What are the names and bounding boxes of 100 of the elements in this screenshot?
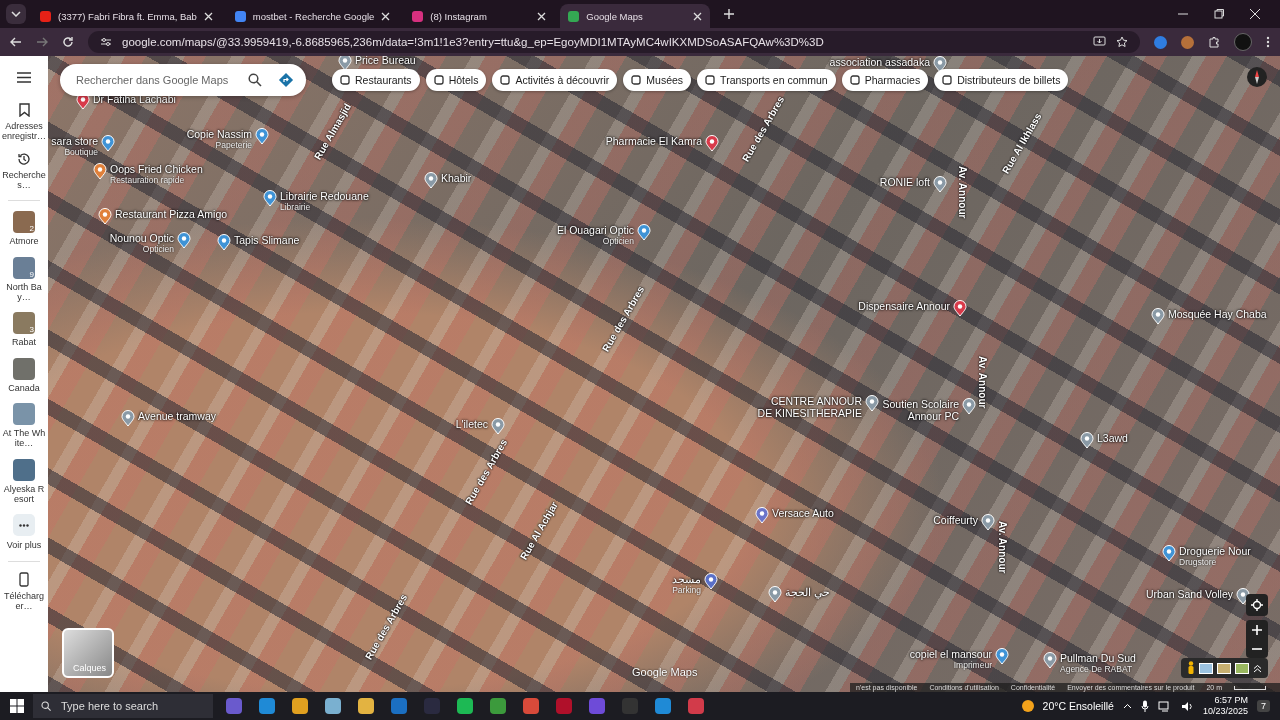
extension-icon[interactable]	[1181, 35, 1194, 49]
photo-placeholder[interactable]	[13, 458, 35, 481]
map-pin-icon[interactable]	[1162, 545, 1176, 562]
close-icon[interactable]	[537, 11, 547, 21]
taskbar-app-icon[interactable]	[688, 698, 704, 714]
taskbar-app-icon[interactable]	[523, 698, 539, 714]
category-chip[interactable]: Distributeurs de billets	[934, 69, 1069, 91]
place-name[interactable]: Restaurant Pizza Amigo	[115, 208, 228, 221]
phone-icon[interactable]	[19, 571, 29, 587]
browser-tab[interactable]: Google Maps	[560, 4, 711, 28]
satellite-imagery[interactable]	[48, 56, 1280, 692]
sidebar-label[interactable]: Télécharger…	[2, 590, 46, 612]
close-icon[interactable]	[693, 11, 703, 21]
category-chip[interactable]: Pharmacies	[841, 69, 929, 91]
taskbar-app-icon[interactable]	[292, 698, 308, 714]
place-name[interactable]: Price Bureau	[355, 56, 416, 67]
place-name[interactable]: Nounou Optic	[109, 232, 174, 245]
place-name[interactable]: Librairie Redouane	[280, 190, 369, 203]
place-name[interactable]: Dispensaire Annour	[858, 300, 950, 313]
search-icon[interactable]	[248, 73, 262, 87]
photo-placeholder[interactable]: 2	[13, 211, 35, 234]
windows-start-icon[interactable]	[10, 699, 24, 713]
star-icon[interactable]	[1116, 36, 1128, 48]
place-name[interactable]: Versace Auto	[772, 507, 834, 520]
history-icon[interactable]	[17, 151, 31, 166]
recent-place-label[interactable]: Canada	[2, 382, 46, 394]
close-icon[interactable]	[381, 11, 391, 21]
site-settings-icon[interactable]	[100, 36, 112, 48]
weather-text[interactable]: 20°C Ensoleillé	[1042, 700, 1114, 712]
place-name[interactable]: RONIE loft	[879, 176, 930, 189]
place-name[interactable]: Soutien Scolaire Annour PC	[879, 398, 959, 423]
close-icon[interactable]	[1250, 9, 1260, 19]
place-name[interactable]: L3awd	[1097, 432, 1128, 445]
dots-icon[interactable]	[19, 523, 29, 527]
menu-icon[interactable]	[17, 72, 31, 83]
extension-icon[interactable]	[1154, 35, 1167, 49]
category-chip[interactable]: Transports en commun	[697, 69, 836, 91]
search-field[interactable]: Rechercher dans Google Maps	[74, 73, 232, 87]
category-chip[interactable]: Restaurants	[332, 69, 420, 91]
address-bar[interactable]: google.com/maps/@33.9959419,-6.8685965,236m/data=!3m1!1e3?entry=ttu&g_ep=EgoyMDI1MTAyMC4wIKXMDSoASAFQAw%3D%3D	[88, 31, 1140, 53]
place-name[interactable]: El Ouagari Optic	[556, 224, 634, 237]
photo-placeholder[interactable]	[13, 403, 35, 426]
place-name[interactable]: Droguerie Nour	[1179, 545, 1251, 558]
browser-tab[interactable]: (8) Instagram	[404, 4, 555, 28]
place-name[interactable]: Dr Fatiha Lachabi	[93, 93, 176, 106]
bookmark-icon[interactable]	[18, 103, 30, 117]
new-tab-icon[interactable]	[724, 9, 735, 19]
compass-icon[interactable]	[1246, 66, 1268, 88]
profile-avatar[interactable]	[1234, 33, 1252, 51]
back-icon[interactable]	[10, 36, 22, 48]
map-pin-icon[interactable]	[93, 163, 107, 180]
browser-tab[interactable]: (3377) Fabri Fibra ft. Emma, Bab	[32, 4, 221, 28]
taskbar-app-icon[interactable]	[391, 698, 407, 714]
place-name[interactable]: Avenue tramway	[138, 410, 216, 423]
install-icon[interactable]	[1093, 36, 1106, 48]
network-icon[interactable]	[1157, 700, 1172, 712]
map-pin-icon[interactable]	[217, 234, 231, 251]
sidebar-label[interactable]: Voir plus	[2, 540, 46, 551]
place-name[interactable]: Pullman Du Sud	[1060, 652, 1136, 665]
place-name[interactable]: Tapis Slimane	[234, 234, 300, 247]
photo-placeholder[interactable]: 3	[13, 312, 35, 335]
puzzle-icon[interactable]	[1208, 36, 1220, 48]
category-chip[interactable]: Activités à découvrir	[492, 69, 618, 91]
recent-place-label[interactable]: Atmore	[2, 236, 46, 247]
place-name[interactable]: Urban Sand Volley	[1146, 588, 1233, 601]
recent-place-label[interactable]: Rabat	[2, 337, 46, 348]
taskbar-search-bar[interactable]: Type here to search	[33, 694, 213, 718]
tab-list-button[interactable]	[6, 4, 26, 24]
place-name[interactable]: Coiffeurty	[933, 514, 978, 527]
place-name[interactable]: Mosquée Hay Chaba	[1168, 308, 1267, 321]
taskbar-app-icon[interactable]	[358, 698, 374, 714]
taskbar-app-icon[interactable]	[655, 698, 671, 714]
my-location-button[interactable]	[1246, 594, 1268, 616]
map-pin-icon[interactable]	[263, 190, 277, 207]
recent-place-label[interactable]: North Bay…	[2, 281, 46, 303]
place-name[interactable]: Khabir	[441, 172, 472, 185]
map-type-thumbnail[interactable]	[1199, 662, 1213, 674]
close-icon[interactable]	[203, 11, 213, 21]
pegman-icon[interactable]	[1187, 661, 1195, 675]
speaker-icon[interactable]	[1180, 700, 1194, 712]
category-chip[interactable]: Musées	[623, 69, 692, 91]
place-name[interactable]: Pharmacie El Kamra	[605, 135, 702, 148]
photo-placeholder[interactable]: 9	[13, 256, 35, 279]
taskbar-app-icon[interactable]	[259, 698, 275, 714]
browser-tab[interactable]: mostbet - Recherche Google	[226, 4, 399, 28]
menu-icon[interactable]	[1266, 36, 1270, 48]
clock-time[interactable]: 6:57 PM	[1214, 695, 1248, 706]
taskbar-app-icon[interactable]	[325, 698, 341, 714]
map-pin-icon[interactable]	[704, 573, 718, 590]
place-name[interactable]: CENTRE ANNOUR DE KINESITHERAPIE	[757, 395, 862, 420]
taskbar-search-field[interactable]: Type here to search	[59, 699, 205, 713]
sidebar-label[interactable]: Adresses enregistr…	[2, 121, 46, 142]
place-name[interactable]: Copie Nassim	[186, 128, 252, 141]
map-pin-icon[interactable]	[953, 300, 967, 317]
sidebar-label[interactable]: Recherches…	[2, 169, 46, 191]
taskbar-app-icon[interactable]	[490, 698, 506, 714]
taskbar-app-icon[interactable]	[226, 698, 242, 714]
recent-place-label[interactable]: Alyeska Resort	[2, 483, 46, 505]
notification-count[interactable]: 7	[1257, 700, 1270, 712]
map-pin-icon[interactable]	[1080, 432, 1094, 449]
